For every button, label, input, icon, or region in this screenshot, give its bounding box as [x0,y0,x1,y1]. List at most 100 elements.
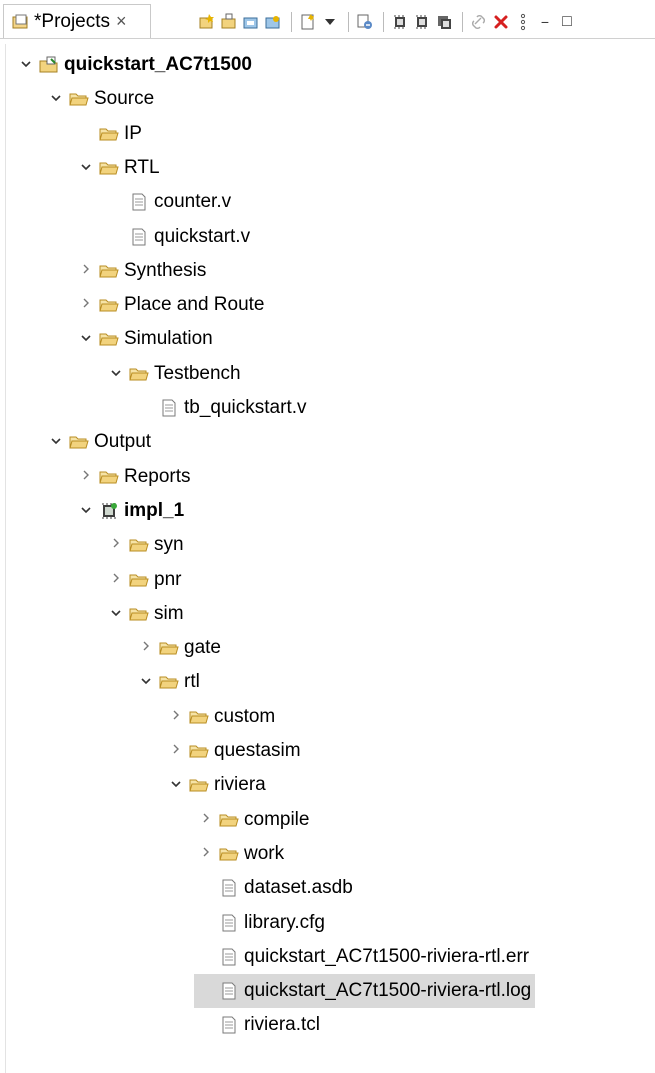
tree-folder-item[interactable]: quickstart_AC7t1500 [14,48,256,82]
tree-folder-item[interactable]: RTL [74,151,164,185]
maximize-icon[interactable]: □ [557,12,577,32]
tree-item-label: tb_quickstart.v [184,397,307,418]
tree-item-label: gate [184,637,221,659]
tree-item-label: impl_1 [124,499,185,521]
tree-file-item[interactable]: quickstart_AC7t1500-riviera-rtl.log [194,974,536,1009]
duplicate-implementation-icon[interactable] [434,12,454,32]
tree-item-label: riviera.tcl [244,1014,321,1036]
tree-item-label: RTL [124,156,160,178]
tree-item-label: rtl [184,671,200,693]
file-icon [158,399,180,417]
tree-folder-item[interactable]: Testbench [104,357,245,391]
tree-file-item[interactable]: counter.v [104,185,235,219]
tree-folder-item[interactable]: gate [134,631,225,665]
open-project-icon[interactable] [219,12,239,32]
tree-item-label: Source [94,88,155,110]
chevron-down-icon[interactable] [74,330,98,348]
add-file-icon[interactable] [298,12,318,32]
chevron-right-icon[interactable] [194,811,218,829]
tree-file-item[interactable]: riviera.tcl [194,1008,324,1042]
tree-folder-item[interactable]: compile [194,803,313,837]
folder-icon [98,159,120,177]
folder-icon [218,845,240,863]
toolbar-separator [291,12,292,32]
project-settings-icon[interactable] [355,12,375,32]
chevron-right-icon[interactable] [194,845,218,863]
chip-icon [98,502,120,520]
chevron-right-icon[interactable] [164,708,188,726]
tree-folder-item[interactable]: Source [44,82,158,116]
tree-folder-item[interactable]: sim [104,597,188,631]
dropdown-arrow-icon[interactable] [320,12,340,32]
tree-folder-item[interactable]: syn [104,528,188,562]
tree-item-label: counter.v [154,191,232,213]
close-icon[interactable]: × [116,11,127,32]
tree-folder-item[interactable]: riviera [164,768,270,802]
projects-tab[interactable]: *Projects × [3,4,151,38]
folder-icon [188,742,210,760]
tree-folder-item[interactable]: Synthesis [74,254,210,288]
tree-file-item[interactable]: tb_quickstart.v [134,391,311,425]
new-project-icon[interactable] [197,12,217,32]
projects-tab-label: *Projects [34,10,111,32]
chevron-down-icon[interactable] [134,673,158,691]
chevron-right-icon[interactable] [74,468,98,486]
toolbar-separator [462,12,463,32]
tree-item-label: library.cfg [244,911,325,933]
tree-file-item[interactable]: library.cfg [194,906,329,940]
link-icon[interactable] [469,12,489,32]
tree-item-label: quickstart_AC7t1500 [64,54,252,75]
chevron-right-icon[interactable] [134,639,158,657]
tree-folder-item[interactable]: Reports [74,460,195,494]
chevron-right-icon[interactable] [74,262,98,280]
project-icon [38,56,60,74]
chevron-right-icon[interactable] [104,571,128,589]
tree-folder-item[interactable]: pnr [104,563,185,597]
tree-file-item[interactable]: quickstart.v [104,220,254,254]
folder-icon [218,811,240,829]
chevron-down-icon[interactable] [44,90,68,108]
tree-folder-item[interactable]: rtl [134,665,204,699]
delete-icon[interactable] [491,12,511,32]
projects-view-icon [12,14,30,30]
folder-icon [188,776,210,794]
tree-folder-item[interactable]: questasim [164,734,305,768]
chevron-right-icon[interactable] [74,296,98,314]
tree-folder-item[interactable]: work [194,837,288,871]
chevron-down-icon[interactable] [44,433,68,451]
folder-icon [98,330,120,348]
tree-item-label: dataset.asdb [244,877,353,899]
chevron-right-icon[interactable] [104,536,128,554]
tree-folder-item[interactable]: impl_1 [74,494,188,528]
folder-icon [68,433,90,451]
tree-folder-item[interactable]: Simulation [74,322,217,356]
tree-file-item[interactable]: quickstart_AC7t1500-riviera-rtl.err [194,940,533,974]
chevron-down-icon[interactable] [104,365,128,383]
tree-item-label: riviera [214,774,266,796]
import-project-icon[interactable] [241,12,261,32]
chevron-down-icon[interactable] [74,502,98,520]
tree-item-label: quickstart_AC7t1500-riviera-rtl.err [244,945,530,967]
tree-folder-item[interactable]: custom [164,700,279,734]
chevron-right-icon[interactable] [164,742,188,760]
tree-folder-item[interactable]: Output [44,425,155,459]
tree-file-item[interactable]: dataset.asdb [194,871,357,905]
chevron-down-icon[interactable] [104,605,128,623]
file-icon [218,1016,240,1034]
folder-icon [98,296,120,314]
add-implementation-icon[interactable] [412,12,432,32]
tree-item-label: IP [124,122,142,144]
chevron-down-icon[interactable] [14,56,38,74]
folder-icon [188,708,210,726]
tree-folder-item[interactable]: Place and Route [74,288,269,322]
tree-item-label: quickstart_AC7t1500-riviera-rtl.log [244,980,532,1002]
view-menu-icon[interactable] [513,12,533,32]
chevron-down-icon[interactable] [164,776,188,794]
tree-folder-item[interactable]: IP [74,117,146,151]
toolbar-separator [383,12,384,32]
chevron-down-icon[interactable] [74,159,98,177]
file-icon [128,228,150,246]
implementation-icon[interactable] [390,12,410,32]
save-project-icon[interactable] [263,12,283,32]
minimize-icon[interactable]: − [535,12,555,32]
